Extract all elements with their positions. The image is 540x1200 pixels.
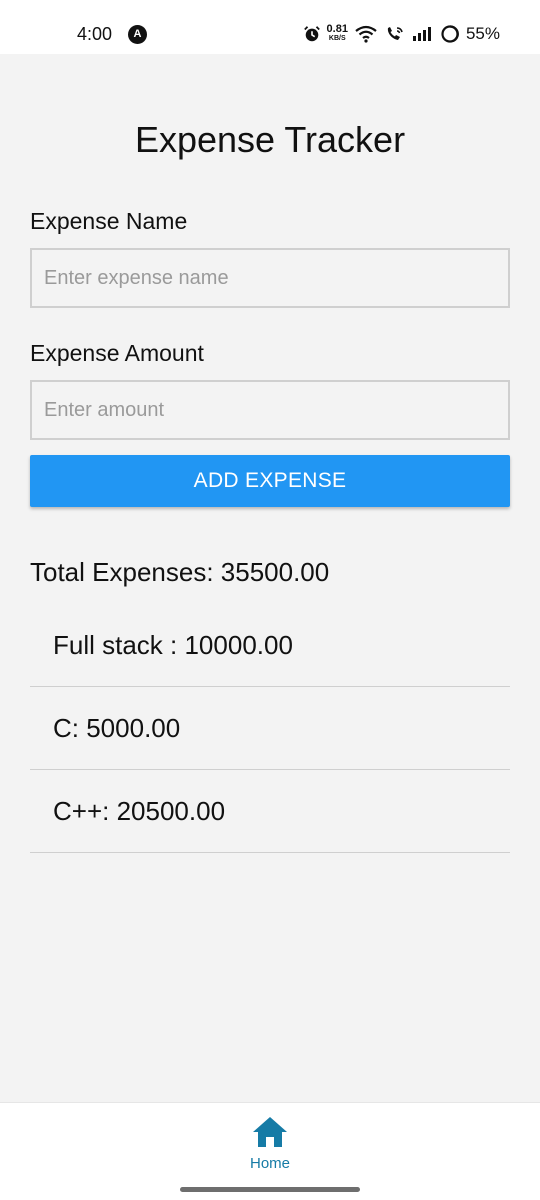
app-notification-icon: A	[128, 25, 147, 44]
home-icon	[253, 1117, 287, 1147]
net-speed-unit: KB/S	[328, 35, 346, 42]
status-time: 4:00	[77, 24, 113, 44]
expense-name-label: Expense Name	[30, 208, 188, 234]
list-item: C: 5000.00	[30, 687, 510, 770]
expense-amount-input[interactable]	[30, 380, 510, 440]
signal-icon	[412, 27, 431, 41]
network-speed: 0.81 KB/S	[326, 23, 348, 43]
battery-percent: 55%	[465, 24, 500, 43]
wifi-icon	[355, 25, 377, 43]
add-expense-button[interactable]: ADD EXPENSE	[30, 455, 510, 507]
bottom-tab-bar: Home	[0, 1102, 540, 1200]
net-speed-value: 0.81	[326, 23, 348, 35]
page-title: Expense Tracker	[134, 119, 406, 160]
main-content: Expense Tracker Expense Name Expense Amo…	[0, 54, 540, 1102]
expense-amount-label: Expense Amount	[30, 340, 204, 366]
list-item: C++: 20500.00	[30, 770, 510, 853]
status-icons: 0.81 KB/S 55%	[303, 22, 500, 46]
wifi-calling-icon	[387, 27, 403, 40]
expense-name-input[interactable]	[30, 248, 510, 308]
battery-icon	[441, 25, 459, 43]
alarm-icon	[303, 26, 320, 42]
total-expenses: Total Expenses: 35500.00	[30, 557, 330, 587]
status-bar: 4:00 A 0.81 KB/S 55%	[0, 0, 540, 54]
expense-list: Full stack : 10000.00 C: 5000.00 C++: 20…	[30, 604, 510, 853]
gesture-navigation-bar[interactable]	[180, 1187, 360, 1192]
tab-home[interactable]: Home	[230, 1115, 310, 1175]
list-item: Full stack : 10000.00	[30, 604, 510, 687]
tab-home-label: Home	[249, 1155, 290, 1172]
